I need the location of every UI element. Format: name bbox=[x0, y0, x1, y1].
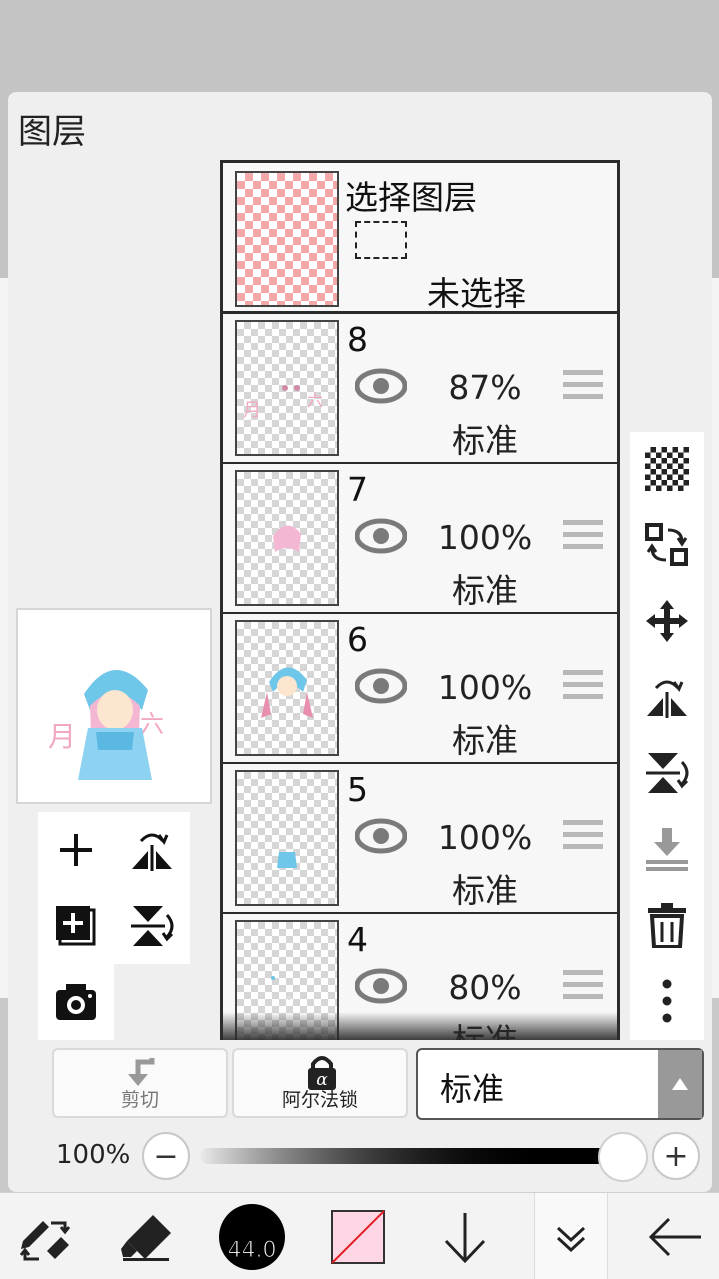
layer-row[interactable]: 7 100% 标准 bbox=[223, 464, 617, 612]
preview-artwork: 月 六 bbox=[48, 669, 164, 780]
add-layer-icon[interactable] bbox=[46, 820, 106, 880]
brush-size-value: 44.0 bbox=[227, 1237, 277, 1263]
layer-blend-mode: 标准 bbox=[452, 421, 518, 460]
opacity-slider-track[interactable] bbox=[200, 1148, 620, 1164]
visibility-eye-icon[interactable] bbox=[354, 816, 408, 860]
bottom-toolbar: 44.0 bbox=[0, 1192, 719, 1279]
selection-layer-thumbnail bbox=[235, 171, 339, 307]
flip-horizontal-icon[interactable] bbox=[642, 672, 692, 722]
alpha-lock-button[interactable]: α 阿尔法锁 bbox=[232, 1048, 408, 1118]
selection-marquee-icon bbox=[355, 221, 407, 259]
plus-icon: + bbox=[663, 1138, 689, 1174]
svg-text:月: 月 bbox=[48, 720, 76, 753]
opacity-plus-button[interactable]: + bbox=[652, 1132, 700, 1180]
drag-handle-icon[interactable] bbox=[563, 670, 603, 706]
opacity-slider-thumb[interactable] bbox=[598, 1132, 648, 1182]
visibility-eye-icon[interactable] bbox=[354, 366, 408, 410]
down-arrow-icon[interactable] bbox=[430, 1193, 500, 1279]
layer-row[interactable]: 6 100% 标准 bbox=[223, 614, 617, 762]
checker-transparency-icon[interactable] bbox=[642, 444, 692, 494]
layer-opacity: 100% bbox=[437, 818, 533, 857]
layer-blend-mode: 标准 bbox=[452, 721, 518, 760]
layer-thumbnail bbox=[235, 470, 339, 606]
color-swatch-icon[interactable] bbox=[326, 1193, 390, 1279]
drag-handle-icon[interactable] bbox=[563, 970, 603, 1006]
layer-opacity: 100% bbox=[437, 518, 533, 557]
right-toolbar bbox=[630, 432, 704, 1040]
layer-blend-mode: 标准 bbox=[452, 871, 518, 910]
layer-thumbnail-art bbox=[277, 852, 297, 868]
brush-size-button[interactable]: 44.0 bbox=[214, 1193, 290, 1279]
back-arrow-icon[interactable] bbox=[640, 1193, 710, 1279]
visibility-eye-icon[interactable] bbox=[354, 966, 408, 1010]
opacity-minus-button[interactable]: − bbox=[142, 1132, 190, 1180]
selection-layer-row[interactable]: 选择图层 未选择 bbox=[223, 163, 617, 313]
blend-mode-select[interactable]: 标准 bbox=[416, 1048, 704, 1120]
selection-status: 未选择 bbox=[427, 274, 526, 313]
drag-handle-icon[interactable] bbox=[563, 520, 603, 556]
trash-icon[interactable] bbox=[642, 900, 692, 950]
layer-thumbnail-art bbox=[261, 667, 313, 718]
layer-thumbnail bbox=[235, 620, 339, 756]
opacity-label: 100% bbox=[56, 1140, 131, 1170]
collapse-icon[interactable] bbox=[534, 1193, 608, 1279]
layer-opacity: 80% bbox=[448, 968, 522, 1007]
blend-mode-value: 标准 bbox=[440, 1070, 505, 1108]
layer-thumbnail-art: 月 六 bbox=[243, 385, 323, 421]
svg-text:六: 六 bbox=[140, 710, 164, 738]
layer-swap-icon[interactable] bbox=[642, 520, 692, 570]
visibility-eye-icon[interactable] bbox=[354, 516, 408, 560]
clipping-label: 剪切 bbox=[120, 1089, 159, 1111]
layer-number: 4 bbox=[347, 920, 368, 959]
camera-icon[interactable] bbox=[46, 972, 106, 1032]
flip-vertical-icon[interactable] bbox=[122, 896, 182, 956]
left-toolbar-bottom bbox=[38, 964, 114, 1040]
left-toolbar bbox=[38, 812, 190, 964]
svg-text:六: 六 bbox=[307, 391, 323, 410]
layer-row[interactable]: 5 100% 标准 bbox=[223, 764, 617, 912]
layer-row[interactable]: 月 六 8 87% 标准 bbox=[223, 314, 617, 462]
layer-opacity: 87% bbox=[448, 368, 522, 407]
layer-thumbnail: 月 六 bbox=[235, 320, 339, 456]
clipping-button[interactable]: 剪切 bbox=[52, 1048, 228, 1118]
more-vertical-icon[interactable] bbox=[642, 976, 692, 1026]
layer-opacity: 100% bbox=[437, 668, 533, 707]
transform-tool-icon[interactable] bbox=[10, 1193, 80, 1279]
minus-icon: − bbox=[153, 1138, 179, 1174]
move-icon[interactable] bbox=[642, 596, 692, 646]
alpha-lock-label: 阿尔法锁 bbox=[281, 1089, 358, 1111]
layer-number: 5 bbox=[347, 770, 368, 809]
layer-thumbnail-art bbox=[273, 525, 301, 552]
layer-number: 8 bbox=[347, 320, 368, 359]
layer-thumbnail bbox=[235, 770, 339, 906]
brush-size-icon: 44.0 bbox=[219, 1203, 285, 1270]
selection-layer-title: 选择图层 bbox=[345, 178, 477, 217]
merge-down-icon[interactable] bbox=[642, 824, 692, 874]
drag-handle-icon[interactable] bbox=[563, 820, 603, 856]
eraser-icon[interactable] bbox=[112, 1193, 182, 1279]
flip-vertical-icon[interactable] bbox=[642, 748, 692, 798]
list-fade bbox=[223, 1012, 617, 1040]
layer-list[interactable]: 选择图层 未选择 月 六 8 87% 标准 7 100% 标准 6 100% 标… bbox=[220, 160, 620, 1040]
drag-handle-icon[interactable] bbox=[563, 370, 603, 406]
flip-horizontal-icon[interactable] bbox=[122, 820, 182, 880]
canvas-preview: 月 六 bbox=[16, 608, 212, 804]
layer-number: 7 bbox=[347, 470, 368, 509]
dropdown-arrow-icon bbox=[658, 1050, 702, 1118]
panel-title: 图层 bbox=[18, 112, 86, 152]
visibility-eye-icon[interactable] bbox=[354, 666, 408, 710]
layer-blend-mode: 标准 bbox=[452, 571, 518, 610]
layer-number: 6 bbox=[347, 620, 368, 659]
svg-text:月: 月 bbox=[243, 400, 261, 421]
add-layer-copy-icon[interactable] bbox=[46, 896, 106, 956]
clipping-arrow-icon bbox=[128, 1058, 155, 1086]
